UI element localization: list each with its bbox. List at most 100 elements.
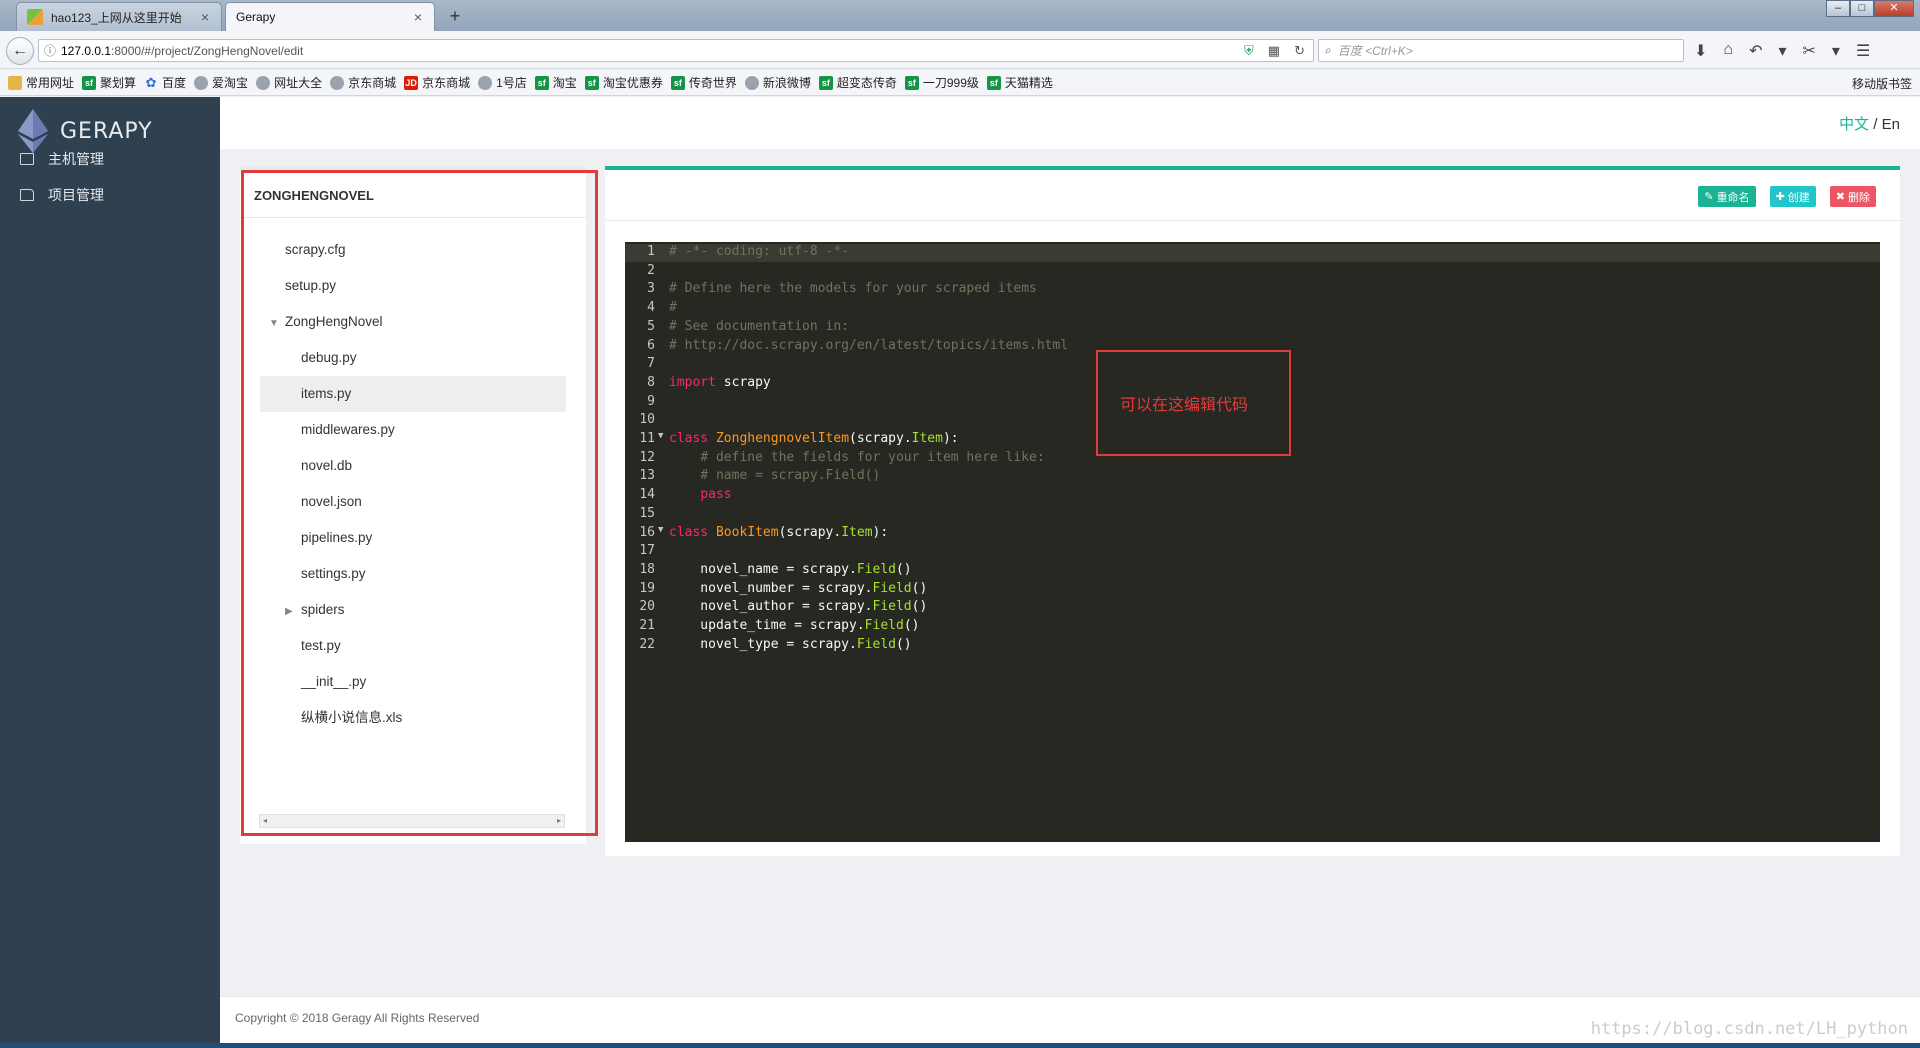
close-tab-icon[interactable]: × (199, 10, 211, 24)
bookmark-item[interactable]: 常用网址 (8, 74, 74, 91)
bookmark-item[interactable]: sf 淘宝优惠券 (584, 74, 663, 91)
code-token: () (911, 580, 928, 596)
reload-icon[interactable]: ↻ (1294, 43, 1305, 59)
tree-node[interactable]: novel.json (260, 484, 566, 520)
search-input[interactable]: ⌕ 百度 <Ctrl+K> (1318, 39, 1684, 62)
undo-icon[interactable]: ↶ (1749, 41, 1762, 61)
code-line[interactable]: 14 pass (625, 487, 1880, 505)
mobile-bookmarks[interactable]: 移动版书签 (1852, 75, 1912, 92)
window-controls: – □ ✕ (1826, 0, 1914, 17)
lang-zh-link[interactable]: 中文 (1839, 116, 1869, 133)
code-line[interactable]: 4 # (625, 300, 1880, 318)
bookmark-item[interactable]: 新浪微博 (744, 74, 811, 91)
tree-node[interactable]: middlewares.py (260, 412, 566, 448)
qrcode-icon[interactable]: ▦ (1268, 43, 1280, 59)
code-line[interactable]: 21 update_time = scrapy.Field() (625, 618, 1880, 636)
bookmark-item[interactable]: sf 聚划算 (82, 74, 136, 91)
delete-label: 删除 (1848, 191, 1870, 204)
tree-node[interactable]: scrapy.cfg (260, 232, 566, 268)
dropdown-icon[interactable]: ▾ (1832, 41, 1840, 61)
code-line[interactable]: 15 (625, 506, 1880, 524)
tree-node[interactable]: ▼ ZongHengNovel (260, 304, 566, 340)
address-bar[interactable]: ⓘ 127.0.0.1:8000/#/project/ZongHengNovel… (38, 39, 1314, 62)
tree-node[interactable]: __init__.py (260, 664, 566, 700)
close-tab-icon[interactable]: × (412, 10, 424, 24)
gerapy-logo[interactable]: GERAPY (18, 109, 153, 153)
home-icon[interactable]: ⌂ (1723, 41, 1733, 61)
scroll-right-icon[interactable]: ▸ (557, 815, 561, 827)
bookmark-item[interactable]: ✿ 百度 (144, 74, 186, 91)
caret-down-icon[interactable]: ▼ (269, 306, 285, 342)
plugin-icon[interactable]: ✂ (1803, 41, 1816, 61)
bookmark-item[interactable]: 网址大全 (256, 74, 322, 91)
bookmark-item[interactable]: sf 淘宝 (534, 74, 577, 91)
edit-icon: ✎ (1704, 191, 1714, 203)
bookmark-item[interactable]: 爱淘宝 (194, 74, 248, 91)
code-line[interactable]: 2 (625, 263, 1880, 281)
new-tab-button[interactable]: + (444, 5, 466, 27)
tree-node[interactable]: ▶ spiders (260, 592, 566, 628)
code-line[interactable]: 18 novel_name = scrapy.Field() (625, 562, 1880, 580)
bookmark-item[interactable]: sf 超变态传奇 (818, 74, 897, 91)
code-editor[interactable]: 1 # -*- coding: utf-8 -*- 2 3 # Define here … (625, 242, 1880, 842)
bookmark-item[interactable]: JD 京东商城 (404, 74, 470, 91)
rename-button[interactable]: ✎ 重命名 (1698, 186, 1756, 207)
scroll-left-icon[interactable]: ◂ (263, 815, 267, 827)
fold-arrow-icon[interactable]: ▼ (658, 525, 663, 535)
code-text: class ZonghengnovelItem(scrapy.Item): (669, 431, 959, 446)
tab-hao123[interactable]: hao123_上网从这里开始 × (16, 2, 222, 31)
code-line[interactable]: 16 ▼ class BookItem(scrapy.Item): (625, 525, 1880, 543)
menu-item-projects[interactable]: 项目管理 (20, 185, 104, 205)
bookmark-item[interactable]: sf 一刀999级 (904, 74, 979, 91)
code-token: # Define here the models for your scrape… (669, 281, 1037, 297)
menu-item-hosts[interactable]: 主机管理 (20, 149, 104, 169)
jd-icon: JD (404, 75, 419, 90)
code-line[interactable]: 3 # Define here the models for your scrap… (625, 281, 1880, 299)
horizontal-scrollbar[interactable]: ◂ ▸ (259, 814, 565, 828)
code-line[interactable]: 20 novel_author = scrapy.Field() (625, 599, 1880, 617)
code-line[interactable]: 19 novel_number = scrapy.Field() (625, 581, 1880, 599)
code-token: Field (872, 599, 912, 615)
window-close-icon[interactable]: ✕ (1874, 0, 1914, 17)
tree-node[interactable]: novel.db (260, 448, 566, 484)
logo-text: GERAPY (60, 118, 153, 144)
tab-gerapy[interactable]: Gerapy × (225, 2, 435, 31)
tree-node[interactable]: setup.py (260, 268, 566, 304)
tree-node[interactable]: items.py (260, 376, 566, 412)
code-line[interactable]: 13 # name = scrapy.Field() (625, 468, 1880, 486)
tree-node[interactable]: pipelines.py (260, 520, 566, 556)
bookmark-item[interactable]: 京东商城 (330, 74, 396, 91)
menu-label: 主机管理 (48, 151, 104, 167)
tree-node[interactable]: debug.py (260, 340, 566, 376)
bookmark-label: 百度 (162, 76, 187, 90)
menu-icon[interactable]: ☰ (1856, 41, 1870, 61)
code-text: # http://doc.scrapy.org/en/latest/topics… (669, 338, 1068, 353)
code-line[interactable]: 22 novel_type = scrapy.Field() (625, 637, 1880, 655)
delete-button[interactable]: ✖ 删除 (1829, 186, 1876, 207)
minimize-icon[interactable]: – (1826, 0, 1850, 17)
create-button[interactable]: ✚ 创建 (1769, 186, 1816, 207)
tree-node[interactable]: test.py (260, 628, 566, 664)
maximize-icon[interactable]: □ (1850, 0, 1874, 17)
caret-right-icon[interactable]: ▶ (285, 594, 301, 630)
bookmark-item[interactable]: sf 传奇世界 (670, 74, 737, 91)
shield-icon[interactable]: ⛨ (1244, 43, 1254, 59)
bookmark-label: 新浪微博 (762, 76, 811, 90)
code-token: Field (856, 561, 896, 577)
code-line[interactable]: 1 # -*- coding: utf-8 -*- (625, 244, 1880, 262)
bookmark-item[interactable]: sf 天猫精选 (986, 74, 1053, 91)
fold-arrow-icon[interactable]: ▼ (658, 431, 663, 441)
lang-en-link[interactable]: En (1882, 116, 1900, 133)
dropdown-icon[interactable]: ▾ (1778, 41, 1786, 61)
back-arrow-icon[interactable]: ← (6, 37, 34, 65)
tree-node[interactable]: 纵横小说信息.xls (260, 700, 566, 736)
line-number: 6 (647, 337, 655, 353)
info-icon[interactable]: ⓘ (39, 42, 61, 59)
code-line[interactable]: 5 # See documentation in: (625, 319, 1880, 337)
bookmark-item[interactable]: 1号店 (478, 74, 527, 91)
tree-node[interactable]: settings.py (260, 556, 566, 592)
bookmarks-bar: 常用网址 sf 聚划算 ✿ 百度 爱淘宝 网址大全 京东商城 JD 京东商城 1号店 sf 淘宝 sf 淘宝… (0, 70, 1920, 96)
download-icon[interactable]: ⬇ (1694, 41, 1707, 61)
code-token: # -*- coding: utf-8 -*- (669, 244, 850, 259)
code-line[interactable]: 17 (625, 543, 1880, 561)
